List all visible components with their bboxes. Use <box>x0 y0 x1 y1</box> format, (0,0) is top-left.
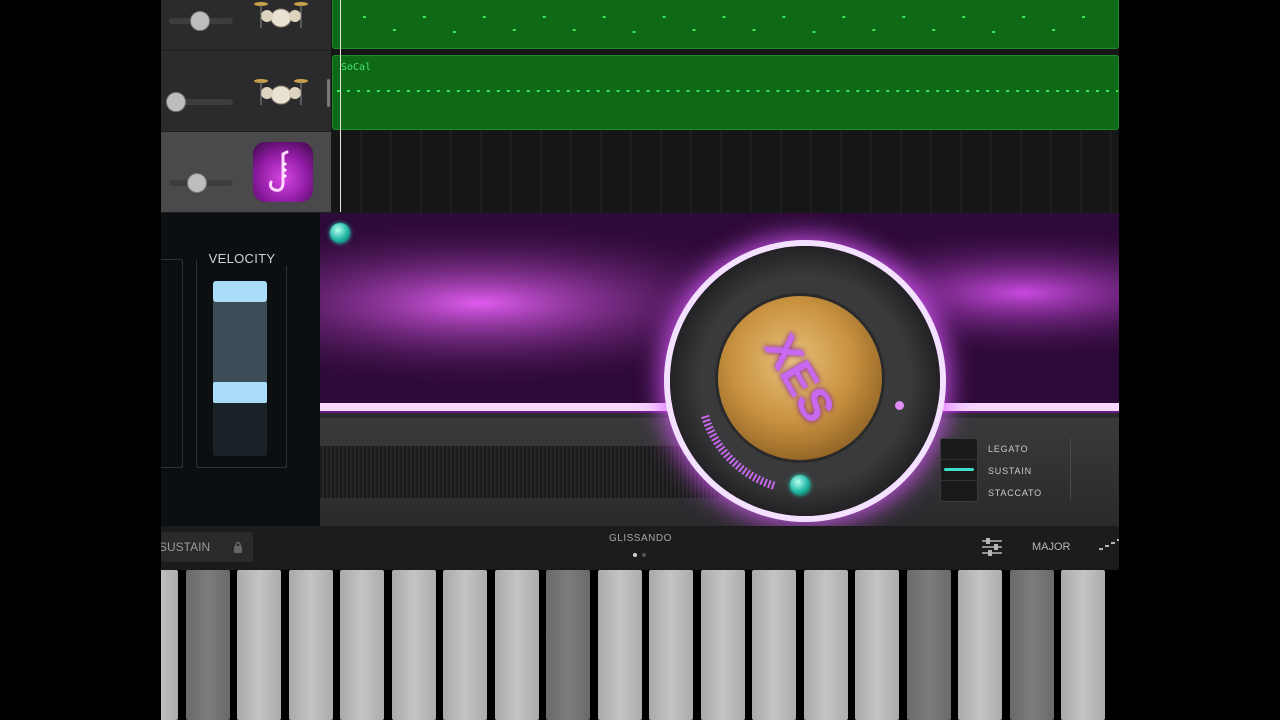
articulation-sustain[interactable]: SUSTAIN <box>988 466 1032 476</box>
keyboard-key[interactable] <box>237 570 281 720</box>
keyboard-key[interactable] <box>288 570 333 720</box>
glissando-label[interactable]: GLISSANDO <box>609 533 672 544</box>
divider <box>1070 438 1071 500</box>
keyboard-key[interactable] <box>391 570 436 720</box>
articulation-legato[interactable]: LEGATO <box>988 444 1028 454</box>
track-header-drums-2[interactable] <box>161 51 331 132</box>
tracks-timeline[interactable]: SoCal <box>331 0 1119 212</box>
velocity-top-handle[interactable] <box>213 281 267 302</box>
velocity-title: VELOCITY <box>197 251 287 266</box>
keyboard-key[interactable] <box>649 570 693 720</box>
knob-indicator-dot <box>895 401 904 410</box>
drum-kit-icon <box>254 79 308 105</box>
keyboard-control-bar: SUSTAIN GLISSANDO MAJOR <box>161 527 1119 567</box>
lock-icon[interactable] <box>233 541 243 553</box>
drum-region-socal[interactable]: SoCal <box>332 55 1119 130</box>
keyboard-key[interactable] <box>958 570 1002 720</box>
keyboard-key[interactable] <box>185 570 230 720</box>
speaker-grill <box>320 446 720 498</box>
arpeggiator-icon[interactable] <box>1099 539 1119 553</box>
keyboard-settings-icon[interactable] <box>981 537 1003 557</box>
keyboard-key[interactable] <box>494 570 539 720</box>
keyboard-key[interactable] <box>803 570 848 720</box>
scale-keyboard[interactable] <box>161 570 1119 720</box>
drum-notes <box>336 90 1118 92</box>
keyboard-key[interactable] <box>597 570 642 720</box>
neon-saxophone-icon <box>253 142 313 202</box>
volume-slider[interactable] <box>166 92 233 112</box>
track-header-drums-1[interactable] <box>161 0 331 51</box>
drum-region-1[interactable] <box>332 0 1119 49</box>
velocity-panel: VELOCITY <box>161 213 320 526</box>
volume-knob[interactable] <box>190 11 210 31</box>
garageband-app: SoCal VELOCITY XES LEGATO SUSTAIN STACCA… <box>161 0 1119 720</box>
keyboard-key[interactable] <box>546 570 590 720</box>
scroll-indicator[interactable] <box>327 79 330 107</box>
playhead[interactable] <box>340 0 341 212</box>
drum-kit-icon <box>254 2 308 28</box>
divider <box>941 459 977 460</box>
keyboard-key[interactable] <box>161 570 178 720</box>
keyboard-key[interactable] <box>340 570 384 720</box>
volume-knob[interactable] <box>187 173 207 193</box>
empty-track-grid <box>360 130 1112 212</box>
drum-notes <box>362 16 1086 33</box>
track-header-saxophone[interactable] <box>161 132 331 213</box>
page-dot[interactable] <box>642 553 646 557</box>
keyboard-key[interactable] <box>1009 570 1054 720</box>
divider <box>941 480 977 481</box>
keyboard-key[interactable] <box>1061 570 1105 720</box>
sustain-button[interactable]: SUSTAIN <box>161 532 253 562</box>
saxophone-instrument-panel: XES LEGATO SUSTAIN STACCATO <box>320 213 1119 526</box>
volume-slider[interactable] <box>169 11 233 31</box>
page-dot-active[interactable] <box>633 553 637 557</box>
articulation-switch[interactable] <box>940 438 978 502</box>
gem-button-knob[interactable] <box>790 475 810 495</box>
panel-box-left <box>161 259 183 468</box>
keyboard-key[interactable] <box>906 570 951 720</box>
keyboard-key[interactable] <box>855 570 899 720</box>
keyboard-key[interactable] <box>752 570 796 720</box>
keyboard-key[interactable] <box>443 570 487 720</box>
keyboard-key[interactable] <box>700 570 745 720</box>
sustain-label: SUSTAIN <box>161 540 211 554</box>
articulation-staccato[interactable]: STACCATO <box>988 488 1042 498</box>
articulation-indicator <box>944 468 974 471</box>
velocity-slider[interactable] <box>213 281 267 456</box>
scale-button[interactable]: MAJOR <box>1032 541 1071 553</box>
velocity-bottom-handle[interactable] <box>213 382 267 403</box>
volume-knob[interactable] <box>166 92 186 112</box>
volume-slider[interactable] <box>169 173 233 193</box>
gem-button-top[interactable] <box>330 223 350 243</box>
